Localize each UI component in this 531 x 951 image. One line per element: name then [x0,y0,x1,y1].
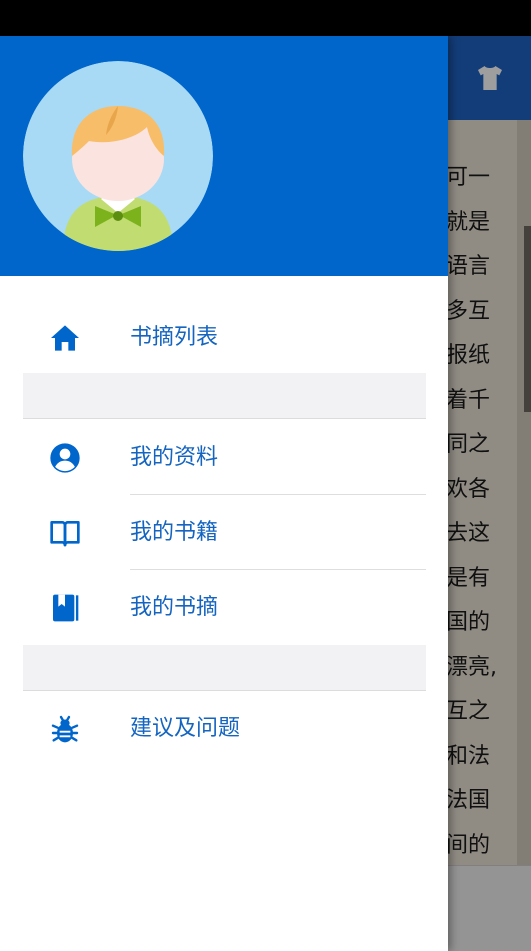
open-book-icon [50,521,80,547]
menu-item-my-digests[interactable]: 我的书摘 [0,570,448,645]
drawer-header [0,36,448,276]
avatar-boy-icon [23,61,213,251]
navigation-drawer: 书摘列表 我的资料 我的书籍 我的书摘 建议及问题 [0,36,448,951]
status-bar [0,0,531,36]
account-circle-icon [50,443,80,473]
menu-item-digest-list[interactable]: 书摘列表 [0,300,448,375]
section-divider [23,373,426,419]
menu-label-feedback: 建议及问题 [130,716,241,741]
menu-label-my-books: 我的书籍 [130,520,219,545]
menu-label-digest-list: 书摘列表 [130,325,219,350]
menu-label-my-digests: 我的书摘 [130,595,219,620]
menu-item-my-books[interactable]: 我的书籍 [0,495,448,570]
home-icon [51,325,79,351]
bookmark-book-icon [53,594,79,622]
avatar[interactable] [23,61,213,251]
bug-icon [51,715,79,743]
menu-item-feedback[interactable]: 建议及问题 [0,691,448,766]
menu-label-my-profile: 我的资料 [130,445,219,470]
section-divider [23,645,426,691]
menu-item-my-profile[interactable]: 我的资料 [0,420,448,495]
